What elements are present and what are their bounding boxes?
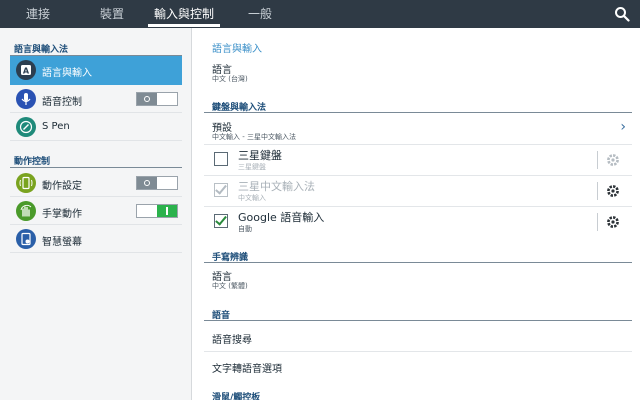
divider: [204, 175, 632, 176]
sidebar-item-label: 智慧螢幕: [42, 237, 82, 248]
voice-search-item[interactable]: 語音搜尋: [212, 331, 252, 346]
page-title: 語言與輸入: [212, 44, 262, 55]
sidebar-item-label: 語音控制: [42, 97, 82, 108]
divider: [204, 351, 632, 352]
sidebar-item-s-pen[interactable]: S Pen: [10, 113, 182, 141]
keyboard-name: 三星中文輸入法: [238, 180, 315, 193]
sidebar: 語言與輸入法 A 語言與輸入 語音控制 S Pen 動作控制 動作設定 手掌動作: [0, 28, 192, 400]
google-voice-checkbox[interactable]: [214, 213, 228, 228]
sidebar-item-language-input[interactable]: A 語言與輸入: [10, 56, 182, 85]
tab-device[interactable]: 裝置: [80, 0, 144, 28]
gear-icon[interactable]: [605, 183, 621, 199]
keyboard-name: Google 語音輸入: [238, 211, 325, 224]
divider: [204, 206, 632, 207]
gear-icon[interactable]: [605, 152, 621, 168]
phone-motion-icon: [16, 173, 36, 193]
language-value: 中文 (台灣): [212, 75, 248, 83]
handwriting-language-value: 中文 (繁體): [212, 282, 248, 290]
settings-detail-pane: 語言與輸入 語言 中文 (台灣) 鍵盤與輸入法 預設 中文輸入 - 三星中文輸入…: [192, 28, 640, 400]
divider: [597, 213, 598, 231]
mouse-trackpad-section-title: 滑鼠/觸控板: [212, 393, 261, 400]
sidebar-item-smart-screen[interactable]: 智慧螢幕: [10, 225, 182, 253]
samsung-keyboard-checkbox[interactable]: [214, 152, 228, 166]
search-icon[interactable]: [614, 6, 630, 22]
sidebar-section-language-input: 語言與輸入法: [14, 45, 69, 55]
tab-general[interactable]: 一般: [232, 0, 288, 28]
divider: [597, 182, 598, 200]
voice-control-toggle[interactable]: [136, 92, 178, 106]
sidebar-item-motion-settings[interactable]: 動作設定: [10, 169, 182, 197]
palm-motion-icon: [16, 201, 36, 221]
divider: [204, 144, 632, 145]
tts-options-item[interactable]: 文字轉語音選項: [212, 360, 282, 375]
gear-icon[interactable]: [605, 214, 621, 230]
pen-icon: [16, 117, 36, 137]
keyboard-name: 三星鍵盤: [238, 149, 282, 162]
tab-connections[interactable]: 連接: [10, 0, 66, 28]
keyboard-sub: 自動: [238, 225, 252, 233]
divider: [204, 262, 632, 263]
active-tab-indicator: [148, 24, 220, 27]
smart-screen-icon: [16, 229, 36, 249]
sidebar-item-label: 手掌動作: [42, 209, 82, 220]
sidebar-item-label: 語言與輸入: [42, 68, 92, 79]
divider: [10, 167, 182, 168]
sidebar-item-voice-control[interactable]: 語音控制: [10, 85, 182, 113]
samsung-chinese-checkbox[interactable]: [214, 182, 228, 197]
microphone-icon: [16, 89, 36, 109]
keyboard-sub: 三星鍵盤: [238, 163, 266, 171]
default-value: 中文輸入 - 三星中文輸入法: [212, 133, 296, 141]
sidebar-item-palm-motion[interactable]: 手掌動作: [10, 197, 182, 225]
palm-motion-toggle[interactable]: [136, 204, 178, 218]
sidebar-item-label: 動作設定: [42, 181, 82, 192]
motion-settings-toggle[interactable]: [136, 176, 178, 190]
keyboard-sub: 中文輸入: [238, 194, 266, 202]
svg-text:A: A: [23, 66, 30, 75]
divider: [204, 112, 632, 113]
sidebar-item-label: S Pen: [42, 121, 70, 132]
divider: [204, 320, 632, 321]
divider: [597, 151, 598, 169]
top-tab-bar: 連接 裝置 輸入與控制 一般: [0, 0, 640, 28]
sidebar-section-motion-control: 動作控制: [14, 157, 51, 167]
chevron-right-icon: ›: [620, 119, 626, 135]
keyboard-a-icon: A: [16, 60, 36, 80]
